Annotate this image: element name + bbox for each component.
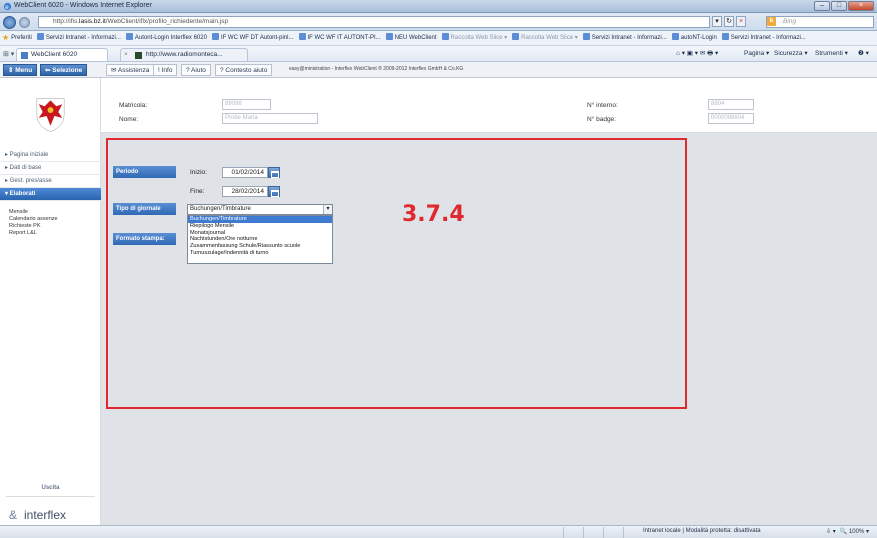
favorite-link[interactable]: Raccolta Web Slice ▾ bbox=[510, 31, 581, 45]
close-tab-icon[interactable]: × bbox=[124, 49, 128, 61]
tab-bar: ⊞ ▾ WebClient 6020 × http://www.radiomont… bbox=[0, 46, 877, 62]
tab-radio[interactable]: × http://www.radiomonteca... bbox=[120, 48, 248, 61]
badge-field: 0000098804 bbox=[708, 113, 754, 124]
sidebar-sub-richieste[interactable]: Richieste PK bbox=[9, 223, 41, 230]
compatibility-icon[interactable]: ▾ bbox=[712, 16, 722, 27]
employee-header: Matricola: 89098 Nome: Probe Maria N° in… bbox=[101, 78, 877, 133]
url-input[interactable]: http://ifis.lasis.bz.it/WebClient/iflx/p… bbox=[38, 16, 710, 28]
sidebar-sub-report[interactable]: Report L&L bbox=[9, 230, 37, 237]
ie-icon: e bbox=[3, 2, 12, 11]
favorite-link[interactable]: Autont-Login Interflex 6020 bbox=[124, 31, 210, 45]
svg-text:e: e bbox=[5, 4, 9, 11]
annotation-label: 3.7.4 bbox=[402, 202, 465, 227]
search-input[interactable]: Bing bbox=[766, 16, 874, 28]
matricola-label: Matricola: bbox=[119, 102, 148, 109]
logout-divider bbox=[6, 496, 95, 497]
assistenza-button[interactable]: ✉ Assistenza bbox=[106, 64, 155, 76]
favorite-link[interactable]: IF WC WF IT AUTONT-PI... bbox=[297, 31, 384, 45]
zone-control[interactable]: ⇩ ▾ bbox=[826, 528, 836, 535]
status-divider bbox=[583, 527, 584, 538]
favorite-link[interactable]: Servizi Intranet - Informazi... bbox=[35, 31, 124, 45]
status-divider bbox=[623, 527, 624, 538]
help-icon[interactable]: ❷ ▾ bbox=[858, 48, 869, 60]
interno-label: N° interno: bbox=[587, 102, 618, 109]
interflex-logo: & interflex bbox=[9, 508, 67, 522]
window-titlebar: e WebClient 6020 - Windows Internet Expl… bbox=[0, 0, 877, 13]
status-divider bbox=[563, 527, 564, 538]
security-zone-text[interactable]: Intranet locale | Modalità protetta: dis… bbox=[643, 528, 761, 534]
favorite-page-icon bbox=[512, 33, 520, 40]
favorite-page-icon bbox=[441, 33, 449, 40]
sidebar-item-pagina-iniziale[interactable]: ▸ Pagina iniziale bbox=[0, 149, 101, 162]
tab-webclient[interactable]: WebClient 6020 bbox=[16, 48, 108, 61]
close-window-button[interactable]: × bbox=[848, 1, 874, 11]
favorite-page-icon bbox=[298, 33, 306, 40]
sidebar-item-gest-pres[interactable]: ▸ Gest. pres/asse bbox=[0, 175, 101, 188]
favorite-page-icon bbox=[211, 33, 219, 40]
sidebar-item-elaborati[interactable]: ▾ Elaborati bbox=[0, 188, 101, 201]
zoom-control[interactable]: 🔍 100% ▾ bbox=[840, 528, 869, 535]
window-title: WebClient 6020 - Windows Internet Explor… bbox=[14, 2, 152, 9]
favorite-link[interactable]: NEU WebClient bbox=[384, 31, 440, 45]
nome-label: Nome: bbox=[119, 116, 139, 123]
sidebar-sub-calendario[interactable]: Calendario assenze bbox=[9, 216, 58, 223]
menu-sicurezza[interactable]: Sicurezza ▾ bbox=[774, 48, 808, 60]
badge-label: N° badge: bbox=[587, 116, 616, 123]
forward-icon[interactable] bbox=[19, 17, 30, 28]
copyright-text: easy@ministration - Interflex WebClient … bbox=[289, 66, 464, 72]
favorite-page-icon bbox=[125, 33, 133, 40]
annotation-highlight-box bbox=[106, 138, 687, 409]
contesto-aiuto-button[interactable]: ? Contesto aiuto bbox=[215, 64, 273, 76]
favorite-link[interactable]: Servizi Intranet - Informazi... bbox=[581, 31, 670, 45]
favorite-link[interactable]: Raccolta Web Slice ▾ bbox=[440, 31, 511, 45]
refresh-icon[interactable]: ↻ bbox=[724, 16, 734, 27]
back-icon[interactable] bbox=[3, 16, 16, 29]
favorite-link[interactable]: autoNT-Login bbox=[670, 31, 720, 45]
info-button[interactable]: ! Info bbox=[153, 64, 178, 76]
favorite-link[interactable]: IF WC WF DT Autont-pinl... bbox=[210, 31, 297, 45]
webclient-tab-icon bbox=[21, 52, 28, 59]
status-bar: Intranet locale | Modalità protetta: dis… bbox=[0, 525, 877, 538]
favorite-page-icon bbox=[671, 33, 679, 40]
menu-strumenti[interactable]: Strumenti ▾ bbox=[815, 48, 848, 60]
interno-field: 8804 bbox=[708, 99, 754, 110]
favorite-page-icon bbox=[721, 33, 729, 40]
favorite-page-icon bbox=[36, 33, 44, 40]
stop-icon[interactable]: × bbox=[736, 16, 746, 27]
maximize-button[interactable]: □ bbox=[831, 1, 847, 11]
status-divider bbox=[603, 527, 604, 538]
bing-icon: b bbox=[767, 17, 776, 26]
aiuto-button[interactable]: ? Aiuto bbox=[181, 64, 211, 76]
menu-button[interactable]: ⇕ Menu bbox=[3, 64, 38, 76]
app-toolbar: ⇕ Menu ⇐ Selezione ✉ Assistenza ! Info ?… bbox=[0, 62, 877, 78]
quick-tabs-icon[interactable]: ⊞ ▾ bbox=[3, 50, 14, 58]
favorite-link[interactable]: Servizi Intranet - Informazi... bbox=[720, 31, 809, 45]
coat-of-arms-icon bbox=[36, 98, 65, 132]
radio-tab-icon bbox=[135, 52, 142, 59]
favorites-button[interactable]: ★ Preferiti bbox=[0, 31, 35, 45]
star-icon: ★ bbox=[2, 33, 10, 42]
nome-field: Probe Maria bbox=[222, 113, 318, 124]
selezione-button[interactable]: ⇐ Selezione bbox=[40, 64, 88, 76]
sidebar-item-dati-di-base[interactable]: ▸ Dati di base bbox=[0, 162, 101, 175]
address-bar: http://ifis.lasis.bz.it/WebClient/iflx/p… bbox=[0, 13, 877, 31]
favorite-page-icon bbox=[385, 33, 393, 40]
minimize-button[interactable]: – bbox=[814, 1, 830, 11]
favorite-page-icon bbox=[582, 33, 590, 40]
favorites-bar: ★ Preferiti Servizi Intranet - Informazi..… bbox=[0, 31, 877, 46]
sidebar: ▸ Pagina iniziale ▸ Dati di base ▸ Gest.… bbox=[0, 78, 101, 525]
matricola-field: 89098 bbox=[222, 99, 271, 110]
command-icons[interactable]: ⌂ ▾ ▣ ▾ ✉ 🖶 ▾ bbox=[676, 48, 718, 60]
interflex-logo-icon: & bbox=[9, 508, 18, 522]
menu-pagina[interactable]: Pagina ▾ bbox=[744, 48, 769, 60]
sidebar-sub-mensile[interactable]: Mensile bbox=[9, 209, 28, 216]
logout-button[interactable]: Uscita bbox=[0, 485, 101, 491]
